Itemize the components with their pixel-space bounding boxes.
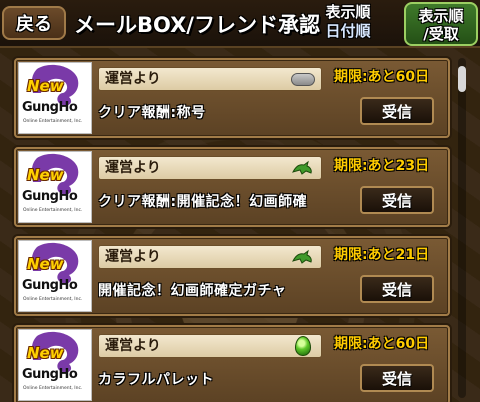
- sender-label: 運営より: [105, 160, 161, 176]
- sort-button-line2: /受取: [423, 25, 459, 43]
- scroll-thumb[interactable]: [458, 66, 466, 92]
- gungho-logo: New GungHo Online Entertainment, Inc.: [18, 240, 92, 312]
- header-bar: 戻る メールBOX/フレンド承認 表示順 日付順 表示順 /受取: [0, 0, 480, 48]
- page-title: メールBOX/フレンド承認: [74, 13, 320, 37]
- mail-row[interactable]: New GungHo Online Entertainment, Inc. 運営…: [14, 147, 450, 227]
- mail-subject: カラフルパレット: [98, 372, 214, 388]
- sender-field: 運営より: [98, 245, 322, 269]
- logo-new-text: New: [27, 344, 64, 362]
- logo-name-text: GungHo: [22, 100, 78, 115]
- receive-button[interactable]: 受信: [360, 364, 434, 392]
- logo-name-text: GungHo: [22, 189, 78, 204]
- logo-sub-text: Online Entertainment, Inc.: [23, 208, 83, 213]
- back-button[interactable]: 戻る: [2, 6, 66, 40]
- sort-indicator-line2: 日付順: [325, 22, 371, 40]
- logo-sub-text: Online Entertainment, Inc.: [23, 386, 83, 391]
- green-egg-icon: [295, 336, 311, 356]
- mail-subject: クリア報酬:開催記念！幻画師確: [98, 194, 308, 210]
- logo-new-text: New: [27, 166, 64, 184]
- gungho-logo: New GungHo Online Entertainment, Inc.: [18, 329, 92, 401]
- sort-toggle-button[interactable]: 表示順 /受取: [404, 2, 478, 46]
- deadline-label: 期限:あと60日: [334, 336, 430, 352]
- scrollbar[interactable]: [458, 58, 466, 398]
- logo-name-text: GungHo: [22, 278, 78, 293]
- logo-new-text: New: [27, 255, 64, 273]
- dragon-icon: [292, 160, 312, 175]
- mail-subject: クリア報酬:称号: [98, 105, 206, 121]
- deadline-label: 期限:あと21日: [334, 247, 430, 263]
- receive-button[interactable]: 受信: [360, 275, 434, 303]
- deadline-label: 期限:あと60日: [334, 69, 430, 85]
- receive-button[interactable]: 受信: [360, 97, 434, 125]
- sender-field: 運営より: [98, 334, 322, 358]
- sort-button-line1: 表示順: [418, 7, 464, 25]
- mail-list: New GungHo Online Entertainment, Inc. 運営…: [14, 58, 450, 402]
- gungho-logo: New GungHo Online Entertainment, Inc.: [18, 62, 92, 134]
- dragon-icon: [292, 249, 312, 264]
- mail-row[interactable]: New GungHo Online Entertainment, Inc. 運営…: [14, 58, 450, 138]
- sender-label: 運営より: [105, 71, 161, 87]
- sender-label: 運営より: [105, 249, 161, 265]
- mail-row[interactable]: New GungHo Online Entertainment, Inc. 運営…: [14, 236, 450, 316]
- sort-indicator-line1: 表示順: [325, 3, 371, 21]
- gungho-logo: New GungHo Online Entertainment, Inc.: [18, 151, 92, 223]
- sender-field: 運営より: [98, 156, 322, 180]
- mail-subject: 開催記念！幻画師確定ガチャ: [98, 283, 287, 299]
- logo-sub-text: Online Entertainment, Inc.: [23, 119, 83, 124]
- sender-label: 運営より: [105, 338, 161, 354]
- gray-pill-icon: [291, 73, 315, 86]
- logo-new-text: New: [27, 77, 64, 95]
- sender-field: 運営より: [98, 67, 322, 91]
- deadline-label: 期限:あと23日: [334, 158, 430, 174]
- receive-button[interactable]: 受信: [360, 186, 434, 214]
- mail-row[interactable]: New GungHo Online Entertainment, Inc. 運営…: [14, 325, 450, 402]
- logo-sub-text: Online Entertainment, Inc.: [23, 297, 83, 302]
- sort-order-indicator: 表示順 日付順: [316, 3, 380, 45]
- logo-name-text: GungHo: [22, 367, 78, 382]
